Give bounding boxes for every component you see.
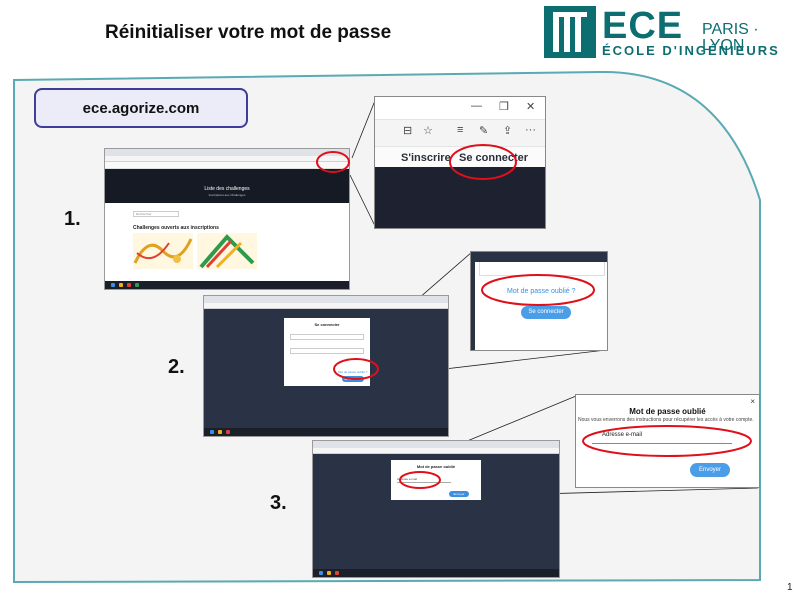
highlight-circle bbox=[582, 425, 752, 457]
page-number: 1 bbox=[787, 582, 793, 593]
highlight-layer-6 bbox=[582, 425, 752, 457]
